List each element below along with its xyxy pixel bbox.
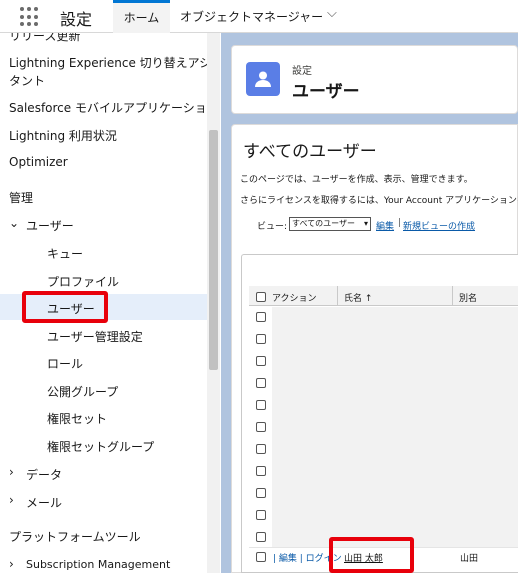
tab-home[interactable]: ホーム [113, 0, 170, 33]
chevron-down-icon[interactable]: ⌄ [9, 216, 19, 230]
row-checkbox[interactable] [256, 334, 266, 344]
view-label: ビュー: [257, 222, 288, 232]
sidebar-item-subscription[interactable]: Subscription Management [26, 558, 170, 571]
sidebar-scrollbar-thumb[interactable] [209, 130, 218, 370]
row-checkbox[interactable] [256, 400, 266, 410]
column-divider [337, 286, 338, 306]
app-launcher-icon[interactable] [20, 7, 40, 27]
sidebar-section-platform-tools: プラットフォームツール [9, 530, 141, 544]
description-text: このページでは、ユーザーを作成、表示、管理できます。 [240, 175, 473, 185]
header-label: 設定 [292, 66, 312, 77]
sidebar-item-lightning-switch[interactable]: Lightning Experience 切り替えアシス [9, 54, 219, 71]
table-empty-area [272, 307, 518, 547]
sidebar-item-optimizer[interactable]: Optimizer [9, 155, 68, 169]
global-header: 設定 ホーム オブジェクトマネージャー ⌵ [0, 0, 518, 33]
sidebar-item-lightning-usage[interactable]: Lightning 利用状況 [9, 127, 117, 144]
user-icon [246, 62, 280, 96]
row-checkbox[interactable] [256, 312, 266, 322]
chevron-down-icon[interactable]: ⌵ [327, 6, 337, 21]
chevron-right-icon[interactable]: › [9, 557, 14, 571]
link-separator: | [398, 218, 402, 228]
row-checkbox[interactable] [256, 422, 266, 432]
column-header-action: アクション [272, 294, 317, 304]
chevron-down-icon: ▾ [363, 219, 368, 228]
sidebar-item-queues[interactable]: キュー [47, 245, 83, 262]
sidebar-item-permission-set-groups[interactable]: 権限セットグループ [47, 438, 154, 455]
view-select[interactable]: すべてのユーザー ▾ [289, 217, 371, 231]
sidebar-item-user-settings[interactable]: ユーザー管理設定 [47, 328, 143, 345]
page-title: ユーザー [292, 82, 360, 102]
row-checkbox[interactable] [256, 552, 266, 562]
row-checkbox[interactable] [256, 356, 266, 366]
row-checkbox[interactable] [256, 466, 266, 476]
sidebar-item-data[interactable]: データ [26, 466, 62, 483]
row-checkbox[interactable] [256, 488, 266, 498]
sidebar-item-public-groups[interactable]: 公開グループ [47, 383, 118, 400]
row-checkbox[interactable] [256, 510, 266, 520]
sidebar-item-roles[interactable]: ロール [47, 355, 83, 372]
column-divider [452, 286, 453, 306]
tab-object-manager[interactable]: オブジェクトマネージャー [180, 8, 323, 25]
chevron-right-icon[interactable]: › [9, 465, 14, 479]
row-checkbox[interactable] [256, 444, 266, 454]
sidebar-item-release-updates[interactable]: リリース更新 [9, 33, 80, 44]
sidebar-section-admin: 管理 [9, 191, 34, 205]
new-view-link[interactable]: 新規ビューの作成 [403, 219, 475, 232]
row-checkbox[interactable] [256, 378, 266, 388]
sidebar-item-mobile-app[interactable]: Salesforce モバイルアプリケーション [9, 99, 219, 116]
column-header-alias[interactable]: 別名 [459, 291, 477, 304]
sidebar-item-profiles[interactable]: プロファイル [47, 273, 119, 290]
description-text-license: さらにライセンスを取得するには、Your Account アプリケーションを使 [240, 196, 518, 206]
list-heading: すべてのユーザー [243, 142, 377, 162]
view-select-value: すべてのユーザー [292, 219, 355, 228]
app-title: 設定 [60, 10, 93, 29]
sidebar-item-users-group[interactable]: ユーザー [26, 217, 74, 234]
sidebar-item-lightning-switch-cont[interactable]: タント [9, 72, 45, 89]
select-all-checkbox[interactable] [256, 292, 266, 302]
sidebar-item-email[interactable]: メール [26, 494, 62, 511]
edit-view-link[interactable]: 編集 [376, 219, 394, 232]
highlight-box-user-name [329, 537, 414, 573]
column-header-name[interactable]: 氏名 ↑ [344, 291, 372, 304]
user-alias: 山田 [460, 554, 479, 564]
sidebar-item-permission-sets[interactable]: 権限セット [47, 410, 107, 427]
row-checkbox[interactable] [256, 532, 266, 542]
highlight-box-sidebar-users [22, 291, 108, 323]
chevron-right-icon[interactable]: › [9, 493, 14, 507]
